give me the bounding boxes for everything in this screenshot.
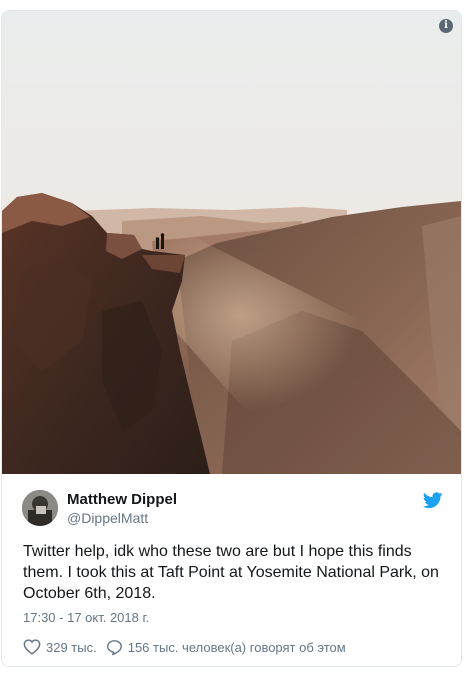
tweet-actions: 329 тыс. 156 тыс. человек(а) говорят об … — [23, 638, 346, 656]
speech-bubble-icon — [106, 639, 122, 655]
reply-count: 156 тыс. человек(а) говорят об этом — [127, 639, 346, 655]
info-icon[interactable]: i — [439, 19, 453, 33]
tweet-photo[interactable]: i — [2, 11, 461, 474]
reply-action[interactable]: 156 тыс. человек(а) говорят об этом — [106, 639, 346, 656]
twitter-bird-icon[interactable] — [423, 492, 443, 509]
tweet-text: Twitter help, idk who these two are but … — [23, 543, 439, 602]
author-name[interactable]: Matthew Dippel — [67, 491, 177, 508]
tweet-header: Matthew Dippel @DippelMatt — [2, 474, 461, 534]
tweet-timestamp[interactable]: 17:30 - 17 окт. 2018 г. — [23, 610, 149, 625]
avatar[interactable] — [22, 490, 58, 526]
tweet-embed-card: i Matthew Dippel @DippelMatt Twitter hel… — [1, 10, 462, 667]
avatar-image — [22, 490, 58, 526]
yosemite-cliff-photo — [2, 11, 461, 474]
heart-icon — [23, 639, 41, 655]
like-count: 329 тыс. — [46, 639, 97, 655]
like-action[interactable]: 329 тыс. — [23, 639, 97, 655]
author-handle[interactable]: @DippelMatt — [67, 510, 148, 526]
